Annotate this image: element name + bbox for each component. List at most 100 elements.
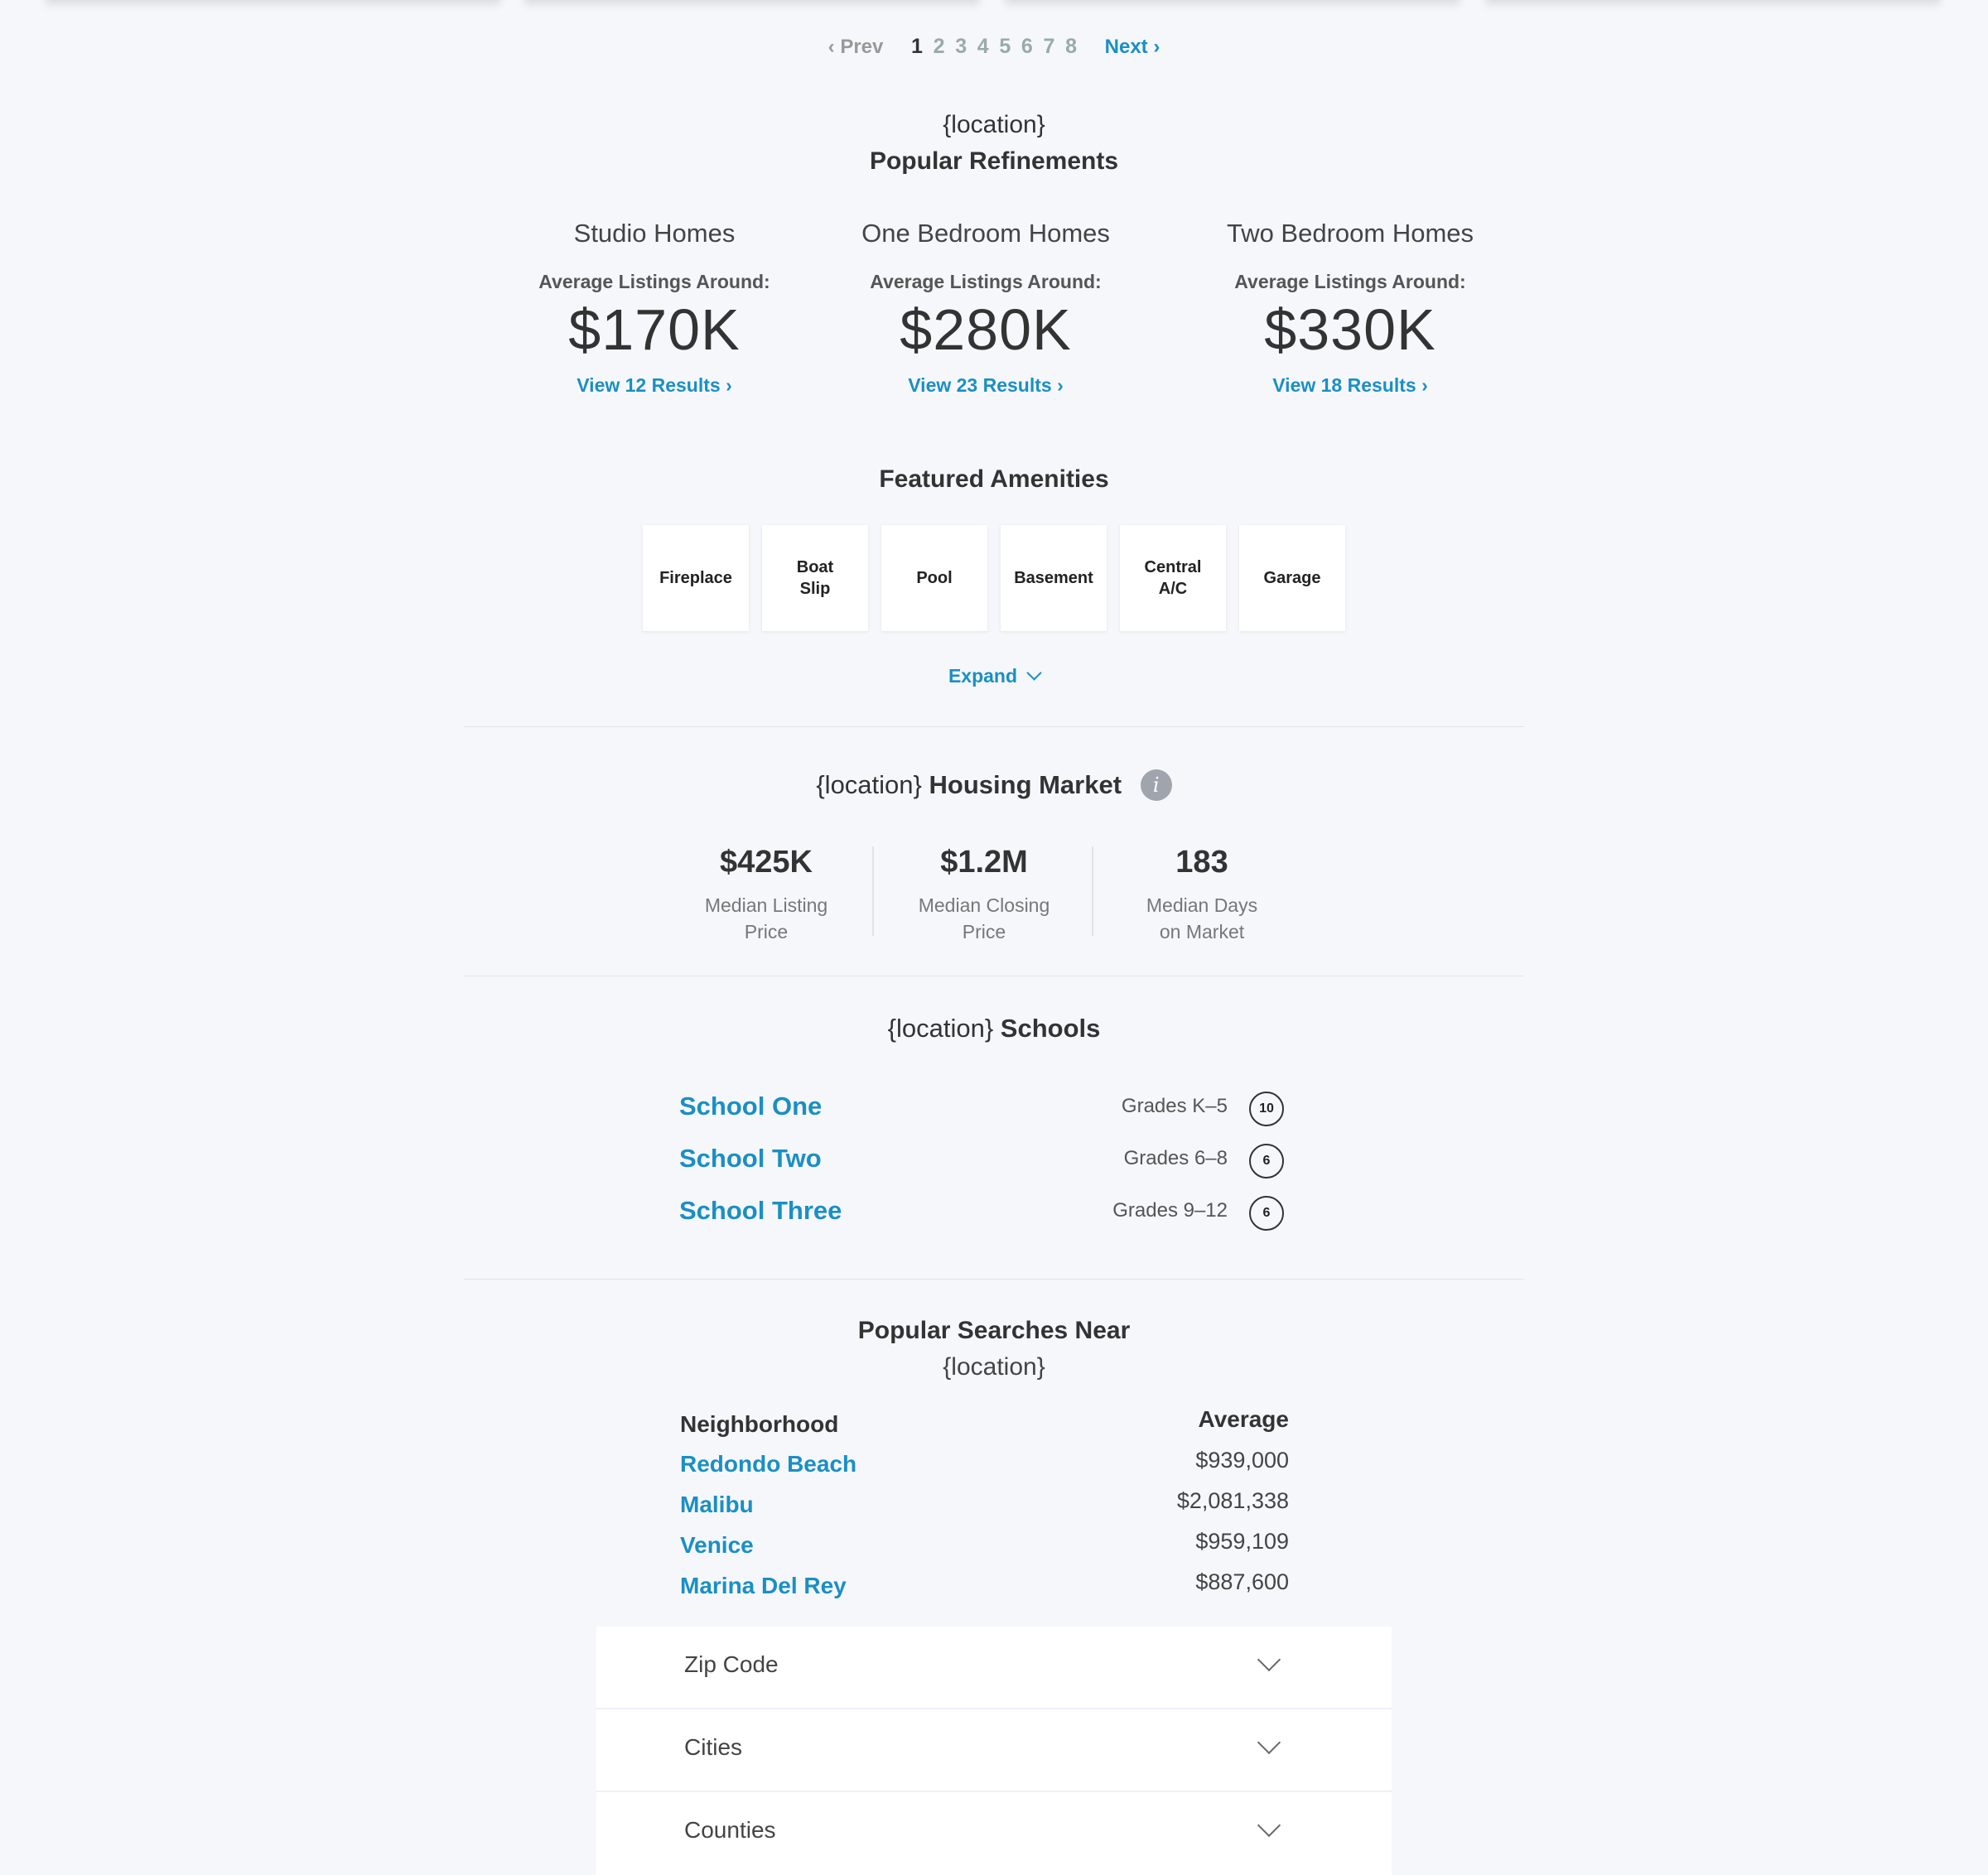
neighborhood-average: $939,000 (1195, 1448, 1289, 1473)
amenity-basement[interactable]: Basement (1001, 525, 1107, 631)
page-link[interactable]: 3 (955, 35, 967, 58)
page-link[interactable]: 8 (1065, 35, 1077, 58)
school-grades: Grades 6–8 (1123, 1147, 1228, 1169)
amenity-fireplace[interactable]: Fireplace (643, 525, 749, 631)
info-icon[interactable]: i (1140, 769, 1172, 801)
neighborhood-average: $959,109 (1195, 1529, 1289, 1554)
refinement-price: $170K (568, 297, 741, 362)
chevron-down-icon (1257, 1730, 1281, 1755)
amenity-central-ac[interactable]: Central A/C (1120, 525, 1226, 631)
school-rating-badge: 6 (1249, 1196, 1284, 1231)
column-header-average: Average (1198, 1406, 1289, 1432)
refinement-name: Studio Homes (573, 219, 736, 248)
popular-searches-title: Popular Searches Near (857, 1317, 1131, 1344)
page-link[interactable]: 1 (911, 35, 923, 58)
schools-location: {location} (887, 1014, 994, 1043)
market-title: Housing Market (929, 770, 1122, 799)
stat-label: Median Days on Market (1146, 894, 1258, 942)
neighborhood-average: $2,081,338 (1176, 1488, 1289, 1513)
accordion-label: Counties (684, 1817, 776, 1843)
neighborhood-average: $887,600 (1195, 1569, 1289, 1594)
table-row: Malibu $2,081,338 (680, 1488, 1289, 1529)
page-link[interactable]: 4 (977, 35, 989, 58)
accordion-zip-code[interactable]: Zip Code (596, 1627, 1392, 1709)
stat-value: 183 (1175, 845, 1228, 880)
school-link[interactable]: School One (679, 1092, 822, 1121)
refinement-name: One Bedroom Homes (861, 219, 1110, 248)
refinement-price: $330K (1264, 297, 1436, 362)
prev-page-link[interactable]: ‹ Prev (828, 36, 884, 58)
stat-median-listing: $425K Median Listing Price (671, 845, 861, 945)
amenity-garage[interactable]: Garage (1239, 525, 1345, 631)
neighborhood-link[interactable]: Venice (680, 1532, 754, 1559)
school-row: School One Grades K–5 10 (679, 1092, 1284, 1133)
schools-heading: Schools (1000, 1014, 1101, 1043)
pagination: ‹ Prev 1 2 3 4 5 6 7 8 Next › (0, 35, 1988, 59)
table-row: Marina Del Rey $887,600 (680, 1569, 1289, 1610)
popular-searches-location: {location} (943, 1353, 1045, 1381)
market-location: {location} (816, 770, 922, 799)
school-row: School Two Grades 6–8 6 (679, 1144, 1284, 1185)
schools-title: {location} Schools (0, 1014, 1988, 1044)
view-results-link[interactable]: View 18 Results › (1193, 374, 1508, 397)
refinement-price: $280K (900, 297, 1072, 362)
housing-market-title: {location} Housing Market i (0, 769, 1988, 803)
refinement-studio: Studio Homes Average Listings Around: $1… (497, 219, 812, 397)
school-row: School Three Grades 9–12 6 (679, 1196, 1284, 1237)
neighborhood-table: Neighborhood Average Redondo Beach $939,… (680, 1406, 1289, 1610)
accordion-cities[interactable]: Cities (596, 1709, 1392, 1792)
section-divider (464, 1279, 1524, 1280)
neighborhood-link[interactable]: Redondo Beach (680, 1451, 856, 1477)
amenity-label: Fireplace (659, 569, 732, 587)
stat-label: Median Closing Price (918, 894, 1050, 942)
amenity-label: Central A/C (1144, 558, 1202, 598)
accordion-label: Cities (684, 1734, 743, 1760)
page-link[interactable]: 6 (1021, 35, 1033, 58)
table-row: Venice $959,109 (680, 1529, 1289, 1569)
stat-median-days: 183 Median Days on Market (1107, 845, 1297, 945)
accordion-label: Zip Code (684, 1651, 779, 1677)
page-link[interactable]: 2 (934, 35, 945, 58)
amenity-label: Basement (1014, 569, 1093, 587)
column-header-neighborhood: Neighborhood (680, 1411, 839, 1437)
school-grades: Grades 9–12 (1112, 1199, 1228, 1222)
view-results-link[interactable]: View 12 Results › (497, 374, 812, 397)
school-rating-badge: 10 (1249, 1092, 1284, 1126)
stat-value: $1.2M (940, 845, 1028, 880)
page-link[interactable]: 7 (1044, 35, 1055, 58)
stat-label: Median Listing Price (704, 894, 828, 942)
refinement-avg-label: Average Listings Around: (1234, 271, 1466, 292)
table-header: Neighborhood Average (680, 1406, 1289, 1448)
page-link[interactable]: 5 (999, 35, 1011, 58)
expand-label: Expand (948, 665, 1018, 687)
section-divider (464, 726, 1524, 727)
school-rating-badge: 6 (1249, 1144, 1284, 1179)
stat-divider (1092, 846, 1093, 936)
amenity-pool[interactable]: Pool (881, 525, 987, 631)
refinement-avg-label: Average Listings Around: (870, 271, 1102, 292)
school-link[interactable]: School Two (679, 1144, 822, 1174)
stat-value: $425K (720, 845, 813, 880)
amenity-boat-slip[interactable]: Boat Slip (762, 525, 868, 631)
stat-divider (872, 846, 874, 936)
stat-median-closing: $1.2M Median Closing Price (889, 845, 1079, 945)
refinement-avg-label: Average Listings Around: (538, 271, 770, 292)
refinement-name: Two Bedroom Homes (1226, 219, 1474, 248)
listing-cards-row (0, 0, 1988, 8)
amenity-label: Boat Slip (796, 558, 834, 598)
neighborhood-link[interactable]: Marina Del Rey (680, 1573, 847, 1599)
neighborhood-link[interactable]: Malibu (680, 1492, 754, 1518)
school-link[interactable]: School Three (679, 1196, 842, 1226)
view-results-link[interactable]: View 23 Results › (828, 374, 1143, 397)
refinements-title: Popular Refinements (869, 147, 1119, 175)
school-grades: Grades K–5 (1121, 1095, 1228, 1117)
refinement-one-bedroom: One Bedroom Homes Average Listings Aroun… (828, 219, 1143, 397)
refinements-location: {location} (943, 111, 1045, 138)
amenities-title: Featured Amenities (879, 465, 1109, 493)
refinement-two-bedroom: Two Bedroom Homes Average Listings Aroun… (1193, 219, 1508, 397)
amenity-label: Pool (916, 569, 953, 587)
next-page-link[interactable]: Next › (1105, 36, 1160, 58)
expand-amenities-button[interactable]: Expand (0, 665, 1988, 687)
accordion-counties[interactable]: Counties (596, 1792, 1392, 1875)
amenity-label: Garage (1263, 569, 1321, 587)
